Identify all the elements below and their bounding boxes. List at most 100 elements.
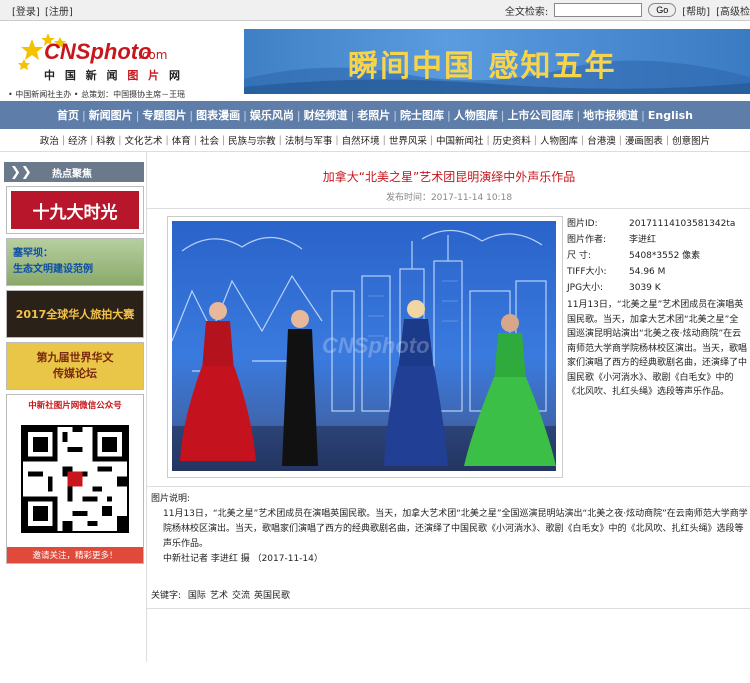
photo-description: 11月13日，“北美之星”艺术团成员在演唱英国民歌。当天，加拿大艺术团“北美之星…: [567, 300, 748, 397]
author-value: 李进红: [629, 235, 657, 245]
go-button[interactable]: Go: [648, 3, 677, 17]
article-panel: 加拿大“北美之星”艺术团昆明演绎中外声乐作品 发布时间：2017-11-14 1…: [146, 152, 750, 662]
help-link[interactable]: [帮助]: [682, 3, 710, 18]
page-body: ❯❯ 热点聚焦 十九大时光 塞罕坝： 生态文明建设范例 2017全球华人旅拍大赛…: [0, 152, 750, 662]
promo-19th-congress[interactable]: 十九大时光: [6, 186, 144, 234]
category-item[interactable]: 法制与军事: [285, 133, 333, 147]
double-chevron-icon: ❯❯: [10, 164, 32, 180]
photo-info: 图片ID: 20171114103581342ta 图片作者: 李进红 尺 寸: 54…: [567, 216, 747, 400]
keywords: 关键字: 国际 艺术 交流 英国民歌: [151, 588, 294, 601]
qr-header: 中新社图片网微信公众号: [28, 401, 122, 411]
news-photo[interactable]: CNSphoto: [172, 221, 556, 471]
category-item[interactable]: 自然环境: [342, 133, 380, 147]
logo-chinese: 中 国 新 闻 图 片 网: [44, 69, 184, 82]
nav-separator: |: [296, 108, 301, 122]
nav-item[interactable]: 老照片: [357, 107, 390, 123]
promo-saihanba[interactable]: 塞罕坝： 生态文明建设范例: [6, 238, 144, 286]
nav-item[interactable]: 地市报频道: [583, 107, 638, 123]
nav-item[interactable]: 首页: [57, 107, 79, 123]
photo-illustration: CNSphoto: [172, 229, 556, 471]
divider: [147, 608, 750, 609]
promo-forum-line2: 传媒论坛: [53, 367, 97, 380]
main-nav: 首页 | 新闻图片 | 专题图片 | 图表漫画 | 娱乐风尚 | 财经频道 | 老照片 | 院士图库 | 人物图…: [0, 101, 750, 129]
promo-travel-photo-contest[interactable]: 2017全球华人旅拍大赛: [6, 290, 144, 338]
nav-separator: |: [135, 108, 140, 122]
nav-separator: |: [500, 108, 505, 122]
nav-separator: |: [81, 108, 86, 122]
keyword-link[interactable]: 交流: [232, 591, 250, 601]
category-item[interactable]: 社会: [200, 133, 219, 147]
wechat-qr-promo[interactable]: 中新社图片网微信公众号 邀请关注，精彩更多！: [6, 394, 144, 564]
keywords-label: 关键字:: [151, 591, 182, 601]
nav-item[interactable]: 上市公司图库: [507, 107, 573, 123]
photo-watermark: CNSphoto: [322, 333, 430, 358]
caption-block: 图片说明: 11月13日，“北美之星”艺术团成员在演唱英国民歌。当天，加拿大艺术…: [151, 492, 750, 567]
search-label: 全文检索:: [504, 6, 549, 18]
caption-body: 11月13日，“北美之星”艺术团成员在演唱英国民歌。当天，加拿大艺术团“北美之星…: [163, 509, 748, 549]
tiff-value: 54.96 M: [629, 267, 666, 277]
category-item[interactable]: 体育: [172, 133, 191, 147]
advanced-search-link[interactable]: [高级检: [716, 3, 750, 18]
keyword-link[interactable]: 英国民歌: [254, 591, 290, 601]
nav-separator: |: [393, 108, 397, 122]
header: CNSphoto .com 中 国 新 闻 图 片 网 • 中国新闻社主办 • …: [0, 21, 750, 101]
nav-item[interactable]: English: [648, 109, 693, 122]
subnav-separator: |: [382, 134, 386, 146]
category-item[interactable]: 民族与宗教: [228, 133, 276, 147]
promo-19th-congress-label: 十九大时光: [11, 191, 139, 229]
logo-text: CNSphoto: [44, 39, 152, 64]
category-item[interactable]: 世界风采: [389, 133, 427, 147]
nav-separator: |: [447, 108, 451, 122]
category-item[interactable]: 科教: [96, 133, 115, 147]
category-item[interactable]: 台港澳: [587, 133, 616, 147]
subnav-separator: |: [90, 134, 94, 146]
qr-code-icon: [21, 425, 129, 533]
site-logo[interactable]: CNSphoto .com 中 国 新 闻 图 片 网: [14, 29, 214, 89]
promo-saihanba-label: 塞罕坝： 生态文明建设范例: [13, 248, 93, 275]
category-item[interactable]: 政治: [40, 133, 59, 147]
keyword-link[interactable]: 艺术: [210, 591, 228, 601]
subnav-separator: |: [429, 134, 434, 146]
search-area: 全文检索: Go [帮助] [高级检: [505, 3, 750, 18]
category-item[interactable]: 人物图库: [540, 133, 578, 147]
promo-media-forum[interactable]: 第九届世界华文 传媒论坛: [6, 342, 144, 390]
nav-item[interactable]: 人物图库: [454, 107, 498, 123]
site-tagline: • 中国新闻社主办 • 总策划：中国摄协主席－王瑶: [8, 90, 186, 99]
qr-footer: 邀请关注，精彩更多！: [7, 547, 143, 563]
photo-id-value: 20171114103581342ta: [629, 219, 736, 229]
search-input[interactable]: [554, 3, 643, 17]
header-banner[interactable]: 瞬间中国 感知五年: [244, 29, 750, 94]
singer-green: [464, 314, 556, 466]
keyword-link[interactable]: 国际: [188, 591, 206, 601]
nav-separator: |: [189, 108, 194, 122]
top-bar: [登录] [注册] 全文检索: Go [帮助] [高级检: [0, 0, 750, 21]
caption-label: 图片说明:: [151, 494, 191, 504]
subnav-separator: |: [278, 134, 282, 146]
photo-id-label: 图片ID:: [567, 219, 598, 229]
article-title: 加拿大“北美之星”艺术团昆明演绎中外声乐作品: [322, 170, 576, 184]
category-item[interactable]: 文化艺术: [125, 133, 163, 147]
hot-focus-title: 热点聚焦: [52, 168, 92, 180]
category-item[interactable]: 中国新闻社: [436, 133, 484, 147]
category-item[interactable]: 漫画图表: [625, 133, 663, 147]
nav-item[interactable]: 财经频道: [304, 107, 348, 123]
subnav-separator: |: [533, 134, 537, 146]
category-item[interactable]: 经济: [68, 133, 87, 147]
category-item[interactable]: 创意图片: [672, 133, 710, 147]
nav-item[interactable]: 娱乐风尚: [250, 107, 294, 123]
size-label: 尺 寸:: [567, 251, 591, 261]
register-link[interactable]: [注册]: [45, 7, 73, 18]
category-item[interactable]: 历史资料: [493, 133, 531, 147]
login-link[interactable]: [登录]: [12, 7, 40, 18]
nav-item[interactable]: 院士图库: [400, 107, 444, 123]
author-label: 图片作者:: [567, 235, 607, 245]
nav-separator: |: [576, 108, 581, 122]
nav-item[interactable]: 专题图片: [142, 107, 186, 123]
logo-dotcom: .com: [138, 48, 168, 62]
size-value: 5408*3552 像素: [629, 251, 701, 261]
category-nav: 政治 | 经济 | 科教 | 文化艺术 | 体育 | 社会 | 民族与宗教 | 法制与军事 | 自然环境 | 世界风…: [0, 129, 750, 152]
jpg-label: JPG大小:: [567, 283, 604, 293]
banner-text: 瞬间中国 感知五年: [348, 49, 617, 84]
nav-item[interactable]: 新闻图片: [89, 107, 133, 123]
nav-item[interactable]: 图表漫画: [196, 107, 240, 123]
